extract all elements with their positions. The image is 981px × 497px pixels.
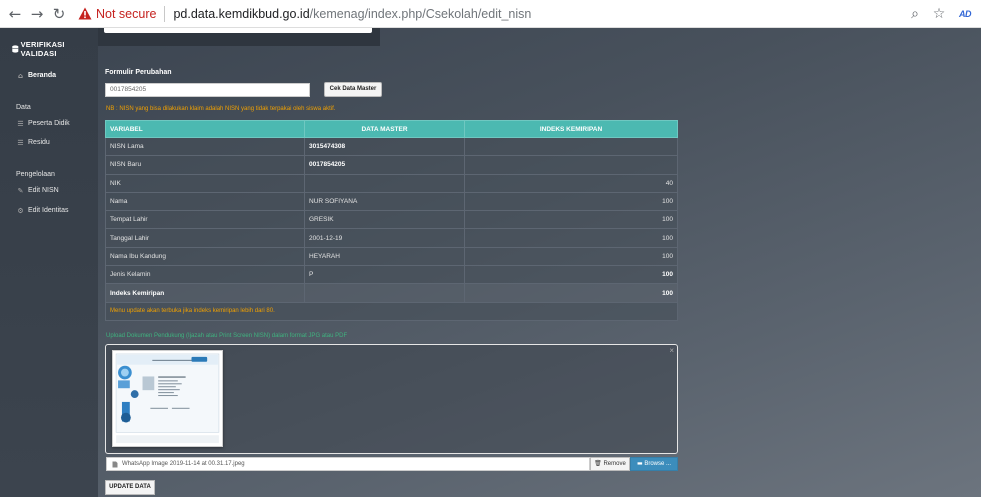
- master-cell: [304, 173, 465, 193]
- database-icon: [12, 45, 19, 53]
- warning-icon: [78, 7, 92, 20]
- master-cell: 2001-12-19: [304, 228, 465, 248]
- index-cell: 100: [464, 210, 678, 230]
- toolbar-actions: ⌕ ☆ AD: [903, 6, 971, 22]
- forward-icon[interactable]: →: [26, 3, 48, 25]
- form-title: Formulir Perubahan: [105, 69, 172, 76]
- variable-cell: Tempat Lahir: [105, 210, 305, 230]
- sidebar-item-label: Edit NISN: [28, 187, 59, 194]
- index-cell: 100: [464, 191, 678, 212]
- table-row: Tempat Lahir GRESIK 100: [105, 210, 678, 230]
- list-icon: ☰: [17, 119, 24, 128]
- sidebar-item-label: Peserta Didik: [28, 120, 70, 127]
- table-warning-row: Menu update akan terbuka jika indeks kem…: [105, 301, 678, 321]
- master-cell: P: [304, 265, 465, 285]
- index-cell: 100: [464, 246, 678, 267]
- nisn-note: NB : NISN yang bisa dilakukan klaim adal…: [106, 106, 336, 112]
- master-cell: NUR SOFIYANA: [304, 191, 465, 212]
- master-cell: 3015474308: [304, 136, 465, 157]
- address-separator: [164, 5, 166, 22]
- document-preview-image: [113, 351, 222, 446]
- total-label: Indeks Kemiripan: [105, 283, 305, 303]
- browser-toolbar: ← → ↻ Not secure pd.data.kemdikbud.go.id…: [0, 0, 981, 28]
- sidebar: VERIFIKASI VALIDASI ⌂ Beranda Data ☰ Pes…: [0, 28, 98, 497]
- total-empty-cell: [304, 283, 465, 303]
- index-cell: [464, 136, 678, 157]
- index-cell: 100: [464, 265, 678, 285]
- remove-button-label: Remove: [603, 461, 626, 467]
- table-total-row: Indeks Kemiripan 100: [105, 283, 678, 303]
- index-cell: [464, 155, 678, 175]
- sidebar-item-residu[interactable]: ☰ Residu: [17, 138, 50, 147]
- reload-icon[interactable]: ↻: [48, 3, 70, 25]
- file-icon: [112, 461, 118, 467]
- address-bar[interactable]: Not secure pd.data.kemdikbud.go.id/kemen…: [78, 0, 903, 28]
- comparison-table: VARIABEL DATA MASTER INDEKS KEMIRIPAN NI…: [105, 120, 678, 321]
- nisn-input[interactable]: 0017854205: [105, 83, 310, 97]
- variable-cell: NIK: [105, 173, 305, 193]
- file-preview-thumbnail: [112, 350, 223, 447]
- total-value: 100: [464, 283, 678, 303]
- master-cell: 0017854205: [304, 155, 465, 175]
- browse-file-button[interactable]: ▬ Browse ...: [630, 457, 678, 471]
- cek-data-master-button[interactable]: Cek Data Master: [324, 82, 382, 97]
- sidebar-item-label: Edit Identitas: [28, 207, 69, 214]
- sidebar-section-pengelolaan: Pengelolaan: [16, 171, 55, 178]
- sidebar-section-data: Data: [16, 104, 31, 111]
- page-content: VERIFIKASI VALIDASI ⌂ Beranda Data ☰ Pes…: [0, 28, 981, 497]
- variable-cell: Tanggal Lahir: [105, 228, 305, 248]
- table-row: NISN Baru 0017854205: [105, 155, 678, 175]
- index-cell: 100: [464, 228, 678, 248]
- list-icon: ☰: [17, 138, 24, 147]
- variable-cell: Nama Ibu Kandung: [105, 246, 305, 267]
- brand-label: VERIFIKASI VALIDASI: [20, 40, 65, 58]
- table-row: NIK 40: [105, 173, 678, 193]
- folder-icon: ▬: [636, 460, 643, 467]
- trash-icon: 🗑: [594, 460, 602, 467]
- sidebar-item-edit-identitas[interactable]: ⚙ Edit Identitas: [17, 206, 69, 215]
- sidebar-item-peserta-didik[interactable]: ☰ Peserta Didik: [17, 119, 70, 128]
- variable-cell: Jenis Kelamin: [105, 265, 305, 285]
- table-row: Jenis Kelamin P 100: [105, 265, 678, 285]
- sidebar-item-label: Beranda: [28, 72, 57, 79]
- remove-file-button[interactable]: 🗑 Remove: [590, 457, 630, 471]
- column-header: VARIABEL: [105, 120, 305, 138]
- column-header: DATA MASTER: [304, 120, 465, 138]
- edit-icon: ✎: [17, 186, 24, 195]
- master-cell: GRESIK: [304, 210, 465, 230]
- table-header-row: VARIABEL DATA MASTER INDEKS KEMIRIPAN: [105, 120, 678, 138]
- update-data-button[interactable]: UPDATE DATA: [105, 480, 155, 495]
- selected-file-name: WhatsApp Image 2019-11-14 at 00.31.17.jp…: [122, 461, 245, 467]
- sidebar-item-edit-nisn[interactable]: ✎ Edit NISN: [17, 186, 59, 195]
- profile-badge[interactable]: AD: [959, 9, 972, 19]
- gear-icon: ⚙: [17, 206, 24, 215]
- upload-label: Upload Dokumen Pendukung (Ijazah atau Pr…: [106, 333, 348, 339]
- variable-cell: NISN Baru: [105, 155, 305, 175]
- selected-file-field[interactable]: WhatsApp Image 2019-11-14 at 00.31.17.jp…: [106, 457, 590, 471]
- url-host: pd.data.kemdikbud.go.id: [173, 6, 310, 21]
- close-icon[interactable]: ×: [669, 346, 674, 355]
- update-warning: Menu update akan terbuka jika indeks kem…: [105, 301, 678, 321]
- master-cell: HEYARAH: [304, 246, 465, 267]
- back-icon[interactable]: ←: [4, 3, 26, 25]
- variable-cell: Nama: [105, 191, 305, 212]
- column-header: INDEKS KEMIRIPAN: [464, 120, 678, 138]
- url-path: /kemenag/index.php/Csekolah/edit_nisn: [309, 6, 532, 21]
- zoom-icon[interactable]: ⌕: [903, 6, 927, 22]
- table-row: Tanggal Lahir 2001-12-19 100: [105, 228, 678, 248]
- not-secure-label: Not secure: [96, 6, 157, 21]
- variable-cell: NISN Lama: [105, 136, 305, 157]
- browse-button-label: Browse ...: [644, 461, 672, 467]
- table-row: Nama Ibu Kandung HEYARAH 100: [105, 246, 678, 267]
- table-row: NISN Lama 3015474308: [105, 136, 678, 157]
- top-search-field[interactable]: [104, 28, 372, 33]
- sidebar-item-label: Residu: [28, 139, 50, 146]
- bookmark-star-icon[interactable]: ☆: [927, 6, 951, 22]
- index-cell: 40: [464, 173, 678, 193]
- sidebar-item-beranda[interactable]: ⌂ Beranda: [17, 71, 57, 80]
- table-row: Nama NUR SOFIYANA 100: [105, 191, 678, 212]
- home-icon: ⌂: [17, 71, 23, 80]
- brand-title: VERIFIKASI VALIDASI: [12, 40, 98, 58]
